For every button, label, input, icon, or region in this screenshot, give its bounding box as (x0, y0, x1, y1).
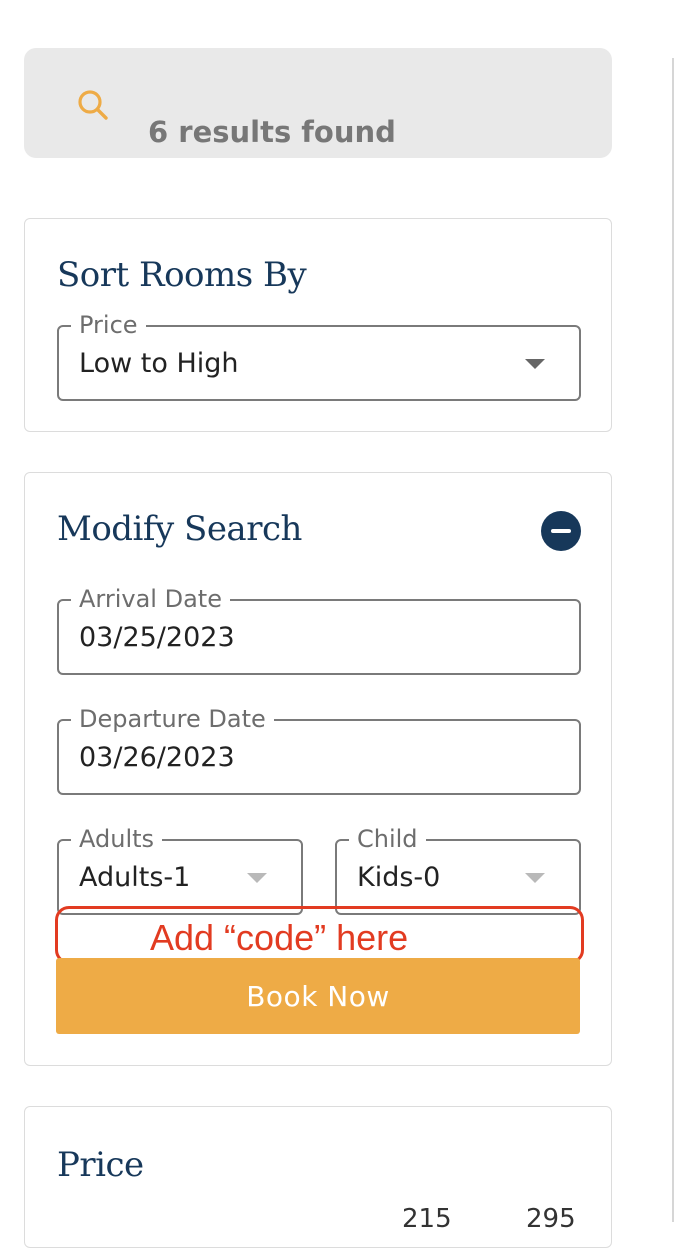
results-count: 6 results found (148, 115, 396, 149)
arrival-date-label: Arrival Date (71, 585, 230, 613)
child-value: Kids-0 (357, 862, 441, 893)
sort-field-label: Price (71, 311, 146, 339)
departure-date-label: Departure Date (71, 705, 274, 733)
departure-date-field[interactable]: Departure Date 03/26/2023 (57, 705, 581, 795)
collapse-minus-icon[interactable] (541, 511, 581, 551)
modify-search-title: Modify Search (57, 509, 302, 549)
annotation-text: Add “code” here (150, 917, 409, 958)
search-icon (78, 90, 108, 120)
price-range-min: 215 (402, 1204, 452, 1234)
sort-select[interactable]: Price Low to High (57, 311, 581, 401)
child-select[interactable]: Child Kids-0 (335, 825, 581, 915)
child-label: Child (349, 825, 426, 853)
arrival-date-value: 03/25/2023 (79, 622, 235, 653)
chevron-down-icon (247, 873, 267, 883)
adults-value: Adults-1 (79, 862, 191, 893)
price-card: Price (24, 1106, 612, 1248)
price-title: Price (57, 1145, 144, 1185)
departure-date-value: 03/26/2023 (79, 742, 235, 773)
chevron-down-icon (525, 359, 545, 369)
sort-card: Sort Rooms By Price Low to High (24, 218, 612, 432)
annotation-box: Add “code” here (55, 906, 584, 964)
sort-selected-value: Low to High (79, 348, 239, 379)
book-now-button[interactable]: Book Now (56, 958, 580, 1034)
adults-select[interactable]: Adults Adults-1 (57, 825, 303, 915)
chevron-down-icon (525, 873, 545, 883)
sort-title: Sort Rooms By (57, 255, 307, 295)
arrival-date-field[interactable]: Arrival Date 03/25/2023 (57, 585, 581, 675)
price-range-max: 295 (526, 1204, 576, 1234)
adults-label: Adults (71, 825, 163, 853)
results-bar: 6 results found (24, 48, 612, 158)
